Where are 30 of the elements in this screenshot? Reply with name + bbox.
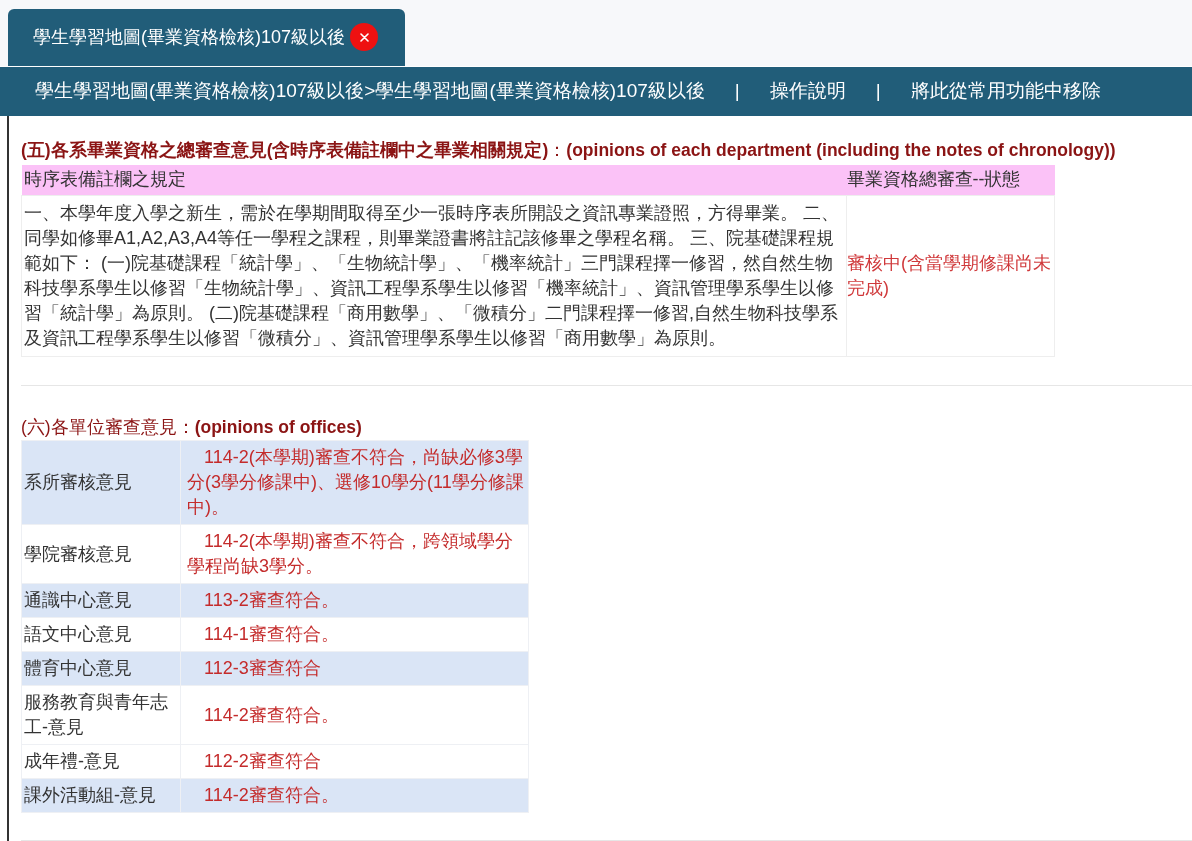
table-cell: 114-2審查符合。	[180, 685, 529, 745]
nav-link[interactable]: 將此從常用功能中移除	[910, 76, 1101, 106]
close-icon	[359, 32, 369, 42]
section-heading: (五)各系畢業資格之總審查意見(含時序表備註欄中之畢業相關規定)：(opinions of each department (including the notes of chronology))	[21, 138, 1117, 162]
table-cell: 服務教育與青年志工-意見	[21, 685, 181, 745]
nav-separator: |	[734, 78, 740, 103]
table-cell: 114-2(本學期)審查不符合，尚缺必修3學分(3學分修課中)、選修10學分(11學分修課中)。	[180, 440, 529, 525]
table-cell: 課外活動組-意見	[21, 778, 181, 813]
column-header: 時序表備註欄之規定	[21, 164, 847, 196]
table-cell: 語文中心意見	[21, 617, 181, 652]
table-cell: 114-2(本學期)審查不符合，跨領域學分學程尚缺3學分。	[180, 524, 529, 584]
nav-link[interactable]: 操作說明	[769, 76, 846, 106]
close-button[interactable]	[350, 23, 379, 52]
status-cell: 審核中(含當學期修課尚未完成)	[846, 195, 1055, 357]
table-cell: 114-2審查符合。	[180, 778, 529, 813]
table-cell: 系所審核意見	[21, 440, 181, 525]
table-cell: 114-1審查符合。	[180, 617, 529, 652]
table-cell: 一、本學年度入學之新生，需於在學期間取得至少一張時序表所開設之資訊專業證照，方得畢業。 二、同學如修畢A1,A2,A3,A4等任一學程之課程，則畢業證書將註記該修畢之學程名稱。 三、院基礎課程規範如下： (一)院基礎課程「統計學」、「生物統計學」、「機率統計」三門課程擇一修習，然自然生物科技學系學生以修習「生物統計學」、資訊工程學系學生以修習「機率統計」、資訊管理學系學生以修習「統計學」為原則。 (二)院基礎課程「商用數學」、「微積分」二門課程擇一修習,自然生物科技學系及資訊工程學系學生以修習「微積分」、資訊管理學系學生以修習「商用數學」為原則。	[21, 195, 847, 357]
nav-separator: |	[875, 78, 881, 103]
column-header: 畢業資格總審查--狀態	[846, 164, 1055, 196]
table-cell: 112-2審查符合	[180, 744, 529, 779]
page-tab[interactable]: 學生學習地圖(畢業資格檢核)107級以後	[8, 8, 406, 66]
table-cell: 通識中心意見	[21, 583, 181, 618]
table-cell: 成年禮-意見	[21, 744, 181, 779]
table-cell: 體育中心意見	[21, 651, 181, 686]
table-cell: 112-3審查符合	[180, 651, 529, 686]
breadcrumb: 學生學習地圖(畢業資格檢核)107級以後>學生學習地圖(畢業資格檢核)107級以後	[35, 78, 705, 103]
section-heading: (六)各單位審查意見：(opinions of offices)	[21, 416, 363, 439]
table-cell: 113-2審查符合。	[180, 583, 529, 618]
table-cell: 學院審核意見	[21, 524, 181, 584]
